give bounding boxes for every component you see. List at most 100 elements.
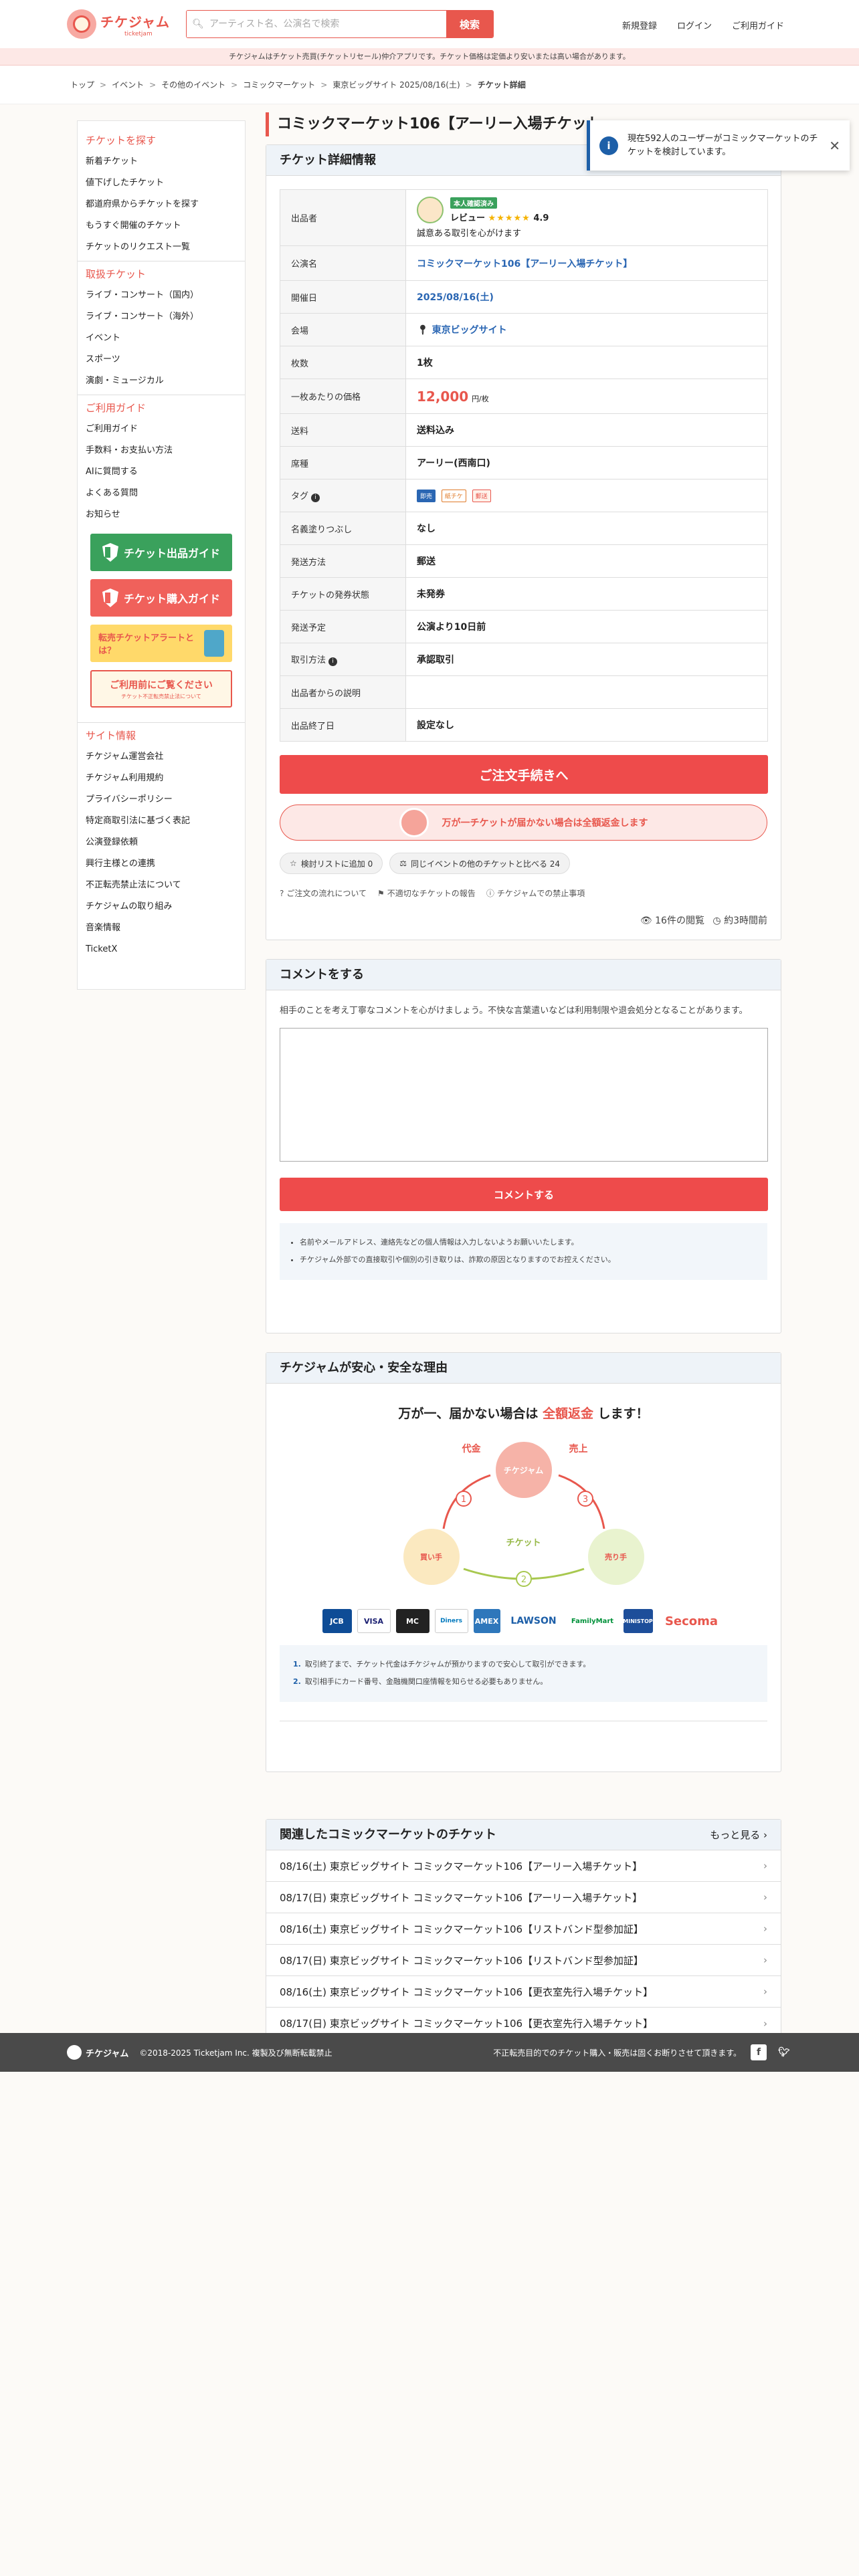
sidebar-item-new[interactable]: 新着チケット (86, 151, 237, 173)
signup-link[interactable]: 新規登録 (622, 19, 657, 31)
row-label-ship-schedule: 発送予定 (280, 610, 406, 643)
sidebar-item-news[interactable]: お知らせ (86, 504, 237, 526)
sidebar-item-prefecture[interactable]: 都道府県からチケットを探す (86, 194, 237, 215)
row-label-description: 出品者からの説明 (280, 675, 406, 709)
row-label-shipping-fee: 送料 (280, 413, 406, 447)
shield-icon (102, 543, 118, 562)
twitter-icon[interactable]: 🐦︎ (776, 2044, 792, 2060)
row-label-date: 開催日 (280, 280, 406, 314)
sidebar-item-theater[interactable]: 演劇・ミュージカル (86, 370, 237, 392)
ship-schedule-value: 公演より10日前 (405, 610, 768, 643)
chevron-right-icon: › (763, 1891, 767, 1903)
refund-banner[interactable]: 万が一チケットが届かない場合は全額返金します (280, 804, 767, 841)
wishlist-button[interactable]: ☆ 検討リストに追加 0 (280, 853, 383, 874)
sidebar-item-live-overseas[interactable]: ライブ・コンサート（海外） (86, 306, 237, 328)
sidebar-item-event[interactable]: イベント (86, 328, 237, 349)
comment-notes: 名前やメールアドレス、連絡先などの個人情報は入力しないようお願いいたします。 チ… (280, 1223, 767, 1280)
sidebar-item-ticketx[interactable]: TicketX (86, 939, 237, 960)
review-label: レビュー (450, 213, 486, 223)
sidebar-item-company[interactable]: チケジャム運営会社 (86, 746, 237, 768)
related-item[interactable]: 08/17(日) 東京ビッグサイト コミックマーケット106【リストバンド型参加… (266, 1945, 781, 1976)
row-label-quantity: 枚数 (280, 346, 406, 379)
before-use-banner[interactable]: ご利用前にご覧ください チケット不正転売禁止法について (90, 670, 232, 708)
breadcrumb-comiket[interactable]: コミックマーケット (243, 79, 315, 90)
row-label-price: 一枚あたりの価格 (280, 379, 406, 414)
tag-badge: 紙チケ (441, 489, 466, 502)
breadcrumb-event[interactable]: イベント (112, 79, 144, 90)
sidebar-item-live-domestic[interactable]: ライブ・コンサート（国内） (86, 285, 237, 306)
login-link[interactable]: ログイン (677, 19, 712, 31)
flag-icon: ⚑ (377, 888, 385, 898)
site-logo[interactable]: チケジャム ticketjam (67, 9, 170, 39)
report-link[interactable]: ⚑ 不適切なチケットの報告 (377, 887, 476, 899)
logo-subtext: ticketjam (124, 30, 153, 37)
sidebar-title-site-info: サイト情報 (86, 730, 136, 742)
buy-guide-banner[interactable]: チケット購入ガイド (90, 579, 232, 617)
search-icon: 🔍︎ (187, 11, 209, 37)
logo-text: チケジャム (100, 13, 170, 30)
search-input[interactable] (209, 11, 446, 37)
sidebar-item-tokusho[interactable]: 特定商取引法に基づく表記 (86, 811, 237, 832)
sidebar-item-price-down[interactable]: 値下げしたチケット (86, 173, 237, 194)
comment-textarea[interactable] (280, 1028, 768, 1162)
row-label-delivery: 発送方法 (280, 544, 406, 578)
price-value: 12,000 (417, 388, 469, 405)
sidebar-item-faq[interactable]: よくある質問 (86, 483, 237, 504)
site-footer: チケジャム ©2018-2025 Ticketjam Inc. 複製及び無断転載… (0, 2033, 859, 2072)
compare-button[interactable]: ⚖ 同じイベントの他のチケットと比べる 24 (389, 853, 571, 874)
sell-guide-banner[interactable]: チケット出品ガイド (90, 534, 232, 571)
breadcrumb-top[interactable]: トップ (70, 79, 94, 90)
related-item[interactable]: 08/16(土) 東京ビッグサイト コミックマーケット106【リストバンド型参加… (266, 1913, 781, 1945)
eye-icon: 👁︎ (640, 916, 652, 926)
event-date-link[interactable]: 2025/08/16(土) (417, 292, 494, 303)
sidebar-item-upcoming[interactable]: もうすぐ開催のチケット (86, 215, 237, 237)
footer-logo[interactable]: チケジャム (67, 2045, 128, 2060)
shipping-fee-value: 送料込み (405, 413, 768, 447)
chevron-right-icon: › (763, 1860, 767, 1872)
trade-method-value: 承認取引 (405, 643, 768, 676)
sidebar-item-promoter[interactable]: 興行主様との連携 (86, 853, 237, 875)
facebook-icon[interactable]: f (751, 2044, 767, 2060)
related-item[interactable]: 08/16(土) 東京ビッグサイト コミックマーケット106【アーリー入場チケッ… (266, 1850, 781, 1882)
sidebar-item-music-info[interactable]: 音楽情報 (86, 918, 237, 939)
main-content: コミックマーケット106【アーリー入場チケット】 チケット詳細情報 出品者 本人… (266, 104, 781, 2038)
info-icon[interactable]: i (328, 657, 338, 666)
posted-time: 約3時間前 (724, 916, 767, 926)
breadcrumb-venue-date[interactable]: 東京ビッグサイト 2025/08/16(土) (332, 79, 460, 90)
related-item[interactable]: 08/16(土) 東京ビッグサイト コミックマーケット106【更衣室先行入場チケ… (266, 1976, 781, 2008)
sidebar-item-terms[interactable]: チケジャム利用規約 (86, 768, 237, 789)
order-button[interactable]: ご注文手続きへ (280, 755, 768, 794)
more-link[interactable]: もっと見る › (710, 1820, 767, 1850)
ticket-detail-table: 出品者 本人確認済み レビュー ★★★★★ 4.9 誠意ある取引を心がけます 公… (280, 189, 768, 742)
comment-card: コメントをする 相手のことを考え丁寧なコメントを心がけましょう。不快な言葉遣いな… (266, 959, 781, 1333)
sidebar-item-guide[interactable]: ご利用ガイド (86, 419, 237, 440)
sidebar-item-register-request[interactable]: 公演登録依頼 (86, 832, 237, 853)
seller-avatar[interactable] (417, 197, 444, 223)
sidebar-item-privacy[interactable]: プライバシーポリシー (86, 789, 237, 811)
svg-text:3: 3 (582, 1495, 587, 1505)
sidebar-item-requests[interactable]: チケットのリクエスト一覧 (86, 237, 237, 258)
sidebar-item-sports[interactable]: スポーツ (86, 349, 237, 370)
sidebar-item-resale-law[interactable]: 不正転売禁止法について (86, 875, 237, 896)
prohibited-link[interactable]: ⓘ チケジャムでの禁止事項 (486, 887, 585, 899)
event-name-link[interactable]: コミックマーケット106【アーリー入場チケット】 (417, 259, 632, 270)
venue-link[interactable]: 東京ビッグサイト (432, 325, 507, 336)
order-flow-link[interactable]: ? ご注文の流れについて (280, 887, 367, 899)
sidebar-item-fees[interactable]: 手数料・お支払い方法 (86, 440, 237, 461)
seller-label: 出品者 (280, 189, 406, 246)
comment-submit-button[interactable]: コメントする (280, 1178, 768, 1212)
chevron-right-icon: › (763, 1954, 767, 1966)
search-button[interactable]: 検索 (446, 11, 493, 37)
related-item[interactable]: 08/17(日) 東京ビッグサイト コミックマーケット106【アーリー入場チケッ… (266, 1882, 781, 1913)
close-icon[interactable]: ✕ (829, 138, 840, 154)
related-heading: 関連したコミックマーケットのチケット もっと見る › (266, 1820, 781, 1850)
resale-alert-banner[interactable]: 転売チケットアラートとは？ (90, 625, 232, 662)
breadcrumb-other-events[interactable]: その他のイベント (161, 79, 225, 90)
info-icon[interactable]: i (311, 494, 320, 502)
sidebar-item-initiatives[interactable]: チケジャムの取り組み (86, 896, 237, 918)
sidebar-item-ai[interactable]: AIに質問する (86, 461, 237, 483)
issue-status-value: 未発券 (405, 577, 768, 611)
guide-link[interactable]: ご利用ガイド (732, 19, 784, 31)
sidebar-title-search: チケットを探す (86, 134, 157, 146)
shield-icon (102, 588, 118, 607)
